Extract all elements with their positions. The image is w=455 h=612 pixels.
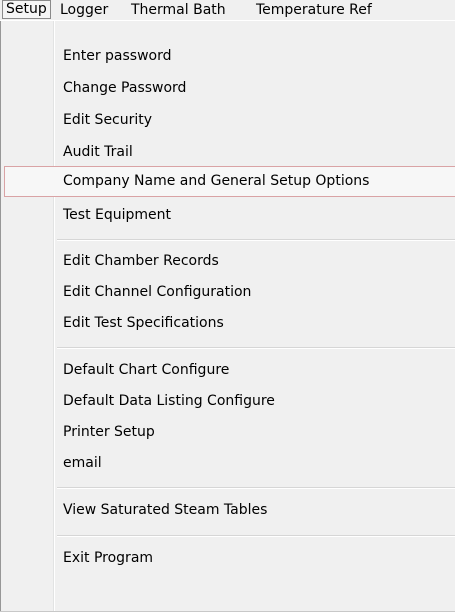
menu-item-enter-password[interactable]: Enter password: [54, 41, 454, 71]
menu-item-edit-test-specifications[interactable]: Edit Test Specifications: [54, 308, 454, 338]
menu-item-label: Edit Security: [63, 112, 153, 128]
menu-separator: [57, 535, 455, 537]
menu-item-edit-channel-configuration[interactable]: Edit Channel Configuration: [54, 277, 454, 307]
menu-item-label: View Saturated Steam Tables: [63, 502, 268, 518]
menu-item-edit-chamber-records[interactable]: Edit Chamber Records: [54, 246, 454, 276]
menu-item-change-password[interactable]: Change Password: [54, 73, 454, 103]
menu-item-email[interactable]: email: [54, 448, 454, 478]
menu-separator: [57, 487, 455, 489]
menu-item-label: Edit Channel Configuration: [63, 284, 252, 300]
menu-thermal-bath[interactable]: Thermal Bath: [131, 1, 226, 19]
menu-item-label: Edit Test Specifications: [63, 315, 224, 331]
menu-item-audit-trail[interactable]: Audit Trail: [54, 137, 454, 167]
menu-item-label: Company Name and General Setup Options: [63, 173, 370, 189]
menu-item-label: Exit Program: [63, 550, 154, 566]
menu-item-edit-security[interactable]: Edit Security: [54, 105, 454, 135]
menu-item-label: Change Password: [63, 80, 187, 96]
setup-dropdown-menu: Enter password Change Password Edit Secu…: [0, 21, 455, 612]
menu-item-label: Default Data Listing Configure: [63, 393, 275, 409]
menu-item-test-equipment[interactable]: Test Equipment: [54, 200, 454, 230]
menu-item-label: Enter password: [63, 48, 172, 64]
menu-temperature-ref[interactable]: Temperature Ref: [256, 1, 372, 19]
menu-item-default-chart-configure[interactable]: Default Chart Configure: [54, 355, 454, 385]
menu-item-printer-setup[interactable]: Printer Setup: [54, 417, 454, 447]
menu-item-label: Default Chart Configure: [63, 362, 230, 378]
menu-item-label: Edit Chamber Records: [63, 253, 219, 269]
icon-gutter: [2, 21, 54, 612]
menu-item-label: email: [63, 455, 102, 471]
menu-setup[interactable]: Setup: [2, 0, 51, 19]
menu-item-view-saturated-steam-tables[interactable]: View Saturated Steam Tables: [54, 495, 454, 525]
menu-item-exit-program[interactable]: Exit Program: [54, 543, 454, 573]
menu-separator: [57, 239, 455, 241]
menu-item-label: Audit Trail: [63, 144, 133, 160]
menu-item-label: Printer Setup: [63, 424, 155, 440]
menu-logger[interactable]: Logger: [60, 1, 108, 19]
menu-item-label: Test Equipment: [63, 207, 172, 223]
menu-separator: [57, 347, 455, 349]
menu-item-company-name-general-setup[interactable]: Company Name and General Setup Options: [4, 166, 455, 197]
menu-item-default-data-listing-configure[interactable]: Default Data Listing Configure: [54, 386, 454, 416]
menu-bar: Setup Logger Thermal Bath Temperature Re…: [0, 0, 455, 20]
